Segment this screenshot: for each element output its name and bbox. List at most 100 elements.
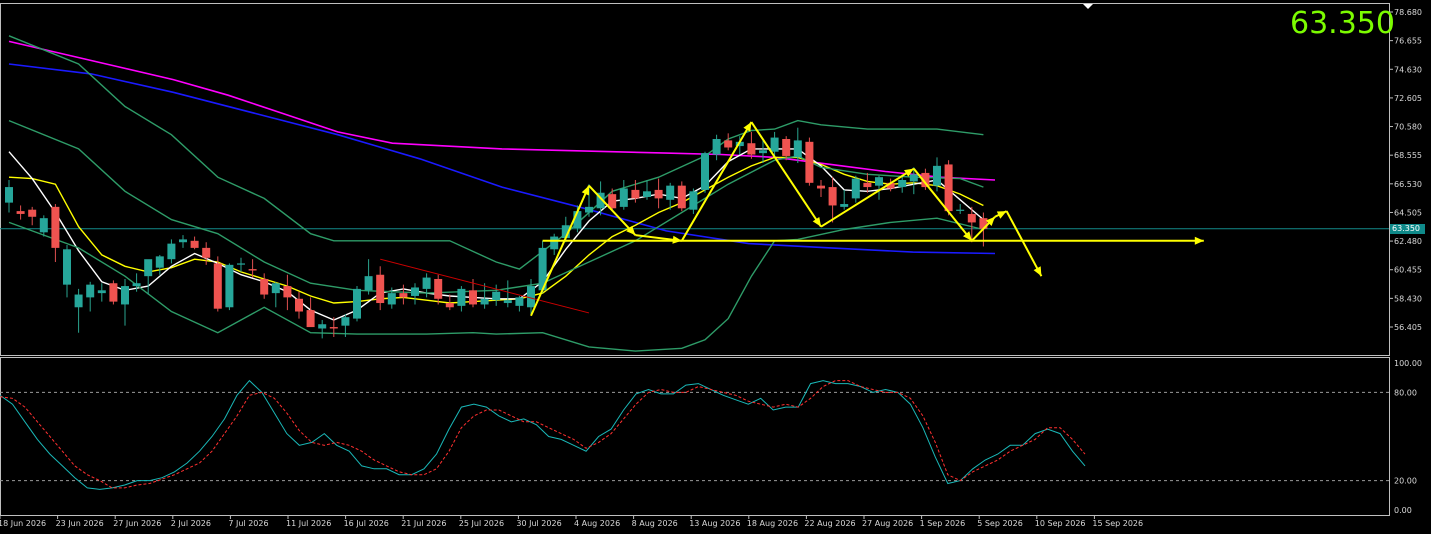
candle-body [840,204,849,207]
candle-body [445,303,454,308]
candle-body [480,298,489,305]
price-tick-label: 56.405 [1394,323,1422,332]
candle-body [225,264,234,308]
candle-body [260,278,269,295]
time-tick-label: 15 Sep 2026 [1092,519,1143,528]
candle-body [944,164,953,212]
candle-body [909,174,918,182]
candle-body [817,185,825,189]
candle-body [28,209,37,217]
candle-body [364,276,373,291]
candle-body [898,180,907,188]
candle-body [747,143,756,155]
candle-body [387,293,396,305]
oscillator-tick-label: 20.00 [1394,477,1417,486]
candle-body [851,178,860,199]
candle-body [457,288,466,306]
candle-body [86,284,95,298]
candle-body [712,138,721,155]
candle-body [805,141,814,183]
candle-body [411,287,419,296]
candle-body [654,189,663,199]
candle-body [179,239,187,243]
price-tick-label: 58.430 [1394,294,1422,303]
candle-body [109,283,118,302]
oscillator-tick-label: 80.00 [1394,388,1417,397]
candle-body [619,188,628,207]
candle-body [5,187,13,203]
candle-body [167,243,176,260]
candle-body [155,256,164,268]
price-tick-label: 74.630 [1394,65,1422,74]
oscillator-tick-label: 100.00 [1394,359,1422,368]
time-tick-label: 21 Jul 2026 [401,519,446,528]
candle-body [863,182,872,188]
time-tick-label: 11 Jul 2026 [286,519,331,528]
candle-body [793,140,802,158]
price-tick-label: 64.505 [1394,208,1422,217]
price-tick-label: 76.655 [1394,37,1422,46]
candle-body [422,277,431,289]
current-price-readout: 63.350 [1290,6,1395,41]
candle-body [550,236,559,250]
time-tick-label: 16 Jul 2026 [344,519,389,528]
candle-body [782,138,791,156]
time-tick-label: 27 Aug 2026 [862,519,913,528]
candle-body [759,150,767,154]
price-tick-label: 60.455 [1394,266,1422,275]
candle-body [202,247,211,258]
time-tick-label: 25 Jul 2026 [459,519,504,528]
candle-body [503,300,512,304]
candle-body [469,290,477,305]
time-tick-label: 23 Jun 2026 [56,519,104,528]
time-tick-label: 8 Aug 2026 [632,519,678,528]
time-tick-label: 5 Sep 2026 [977,519,1023,528]
candle-body [144,259,153,277]
candle-body [677,185,686,209]
candle-body [967,213,976,223]
candle-body [295,298,303,312]
candle-body [434,278,443,299]
candle-body [515,297,524,306]
price-chart[interactable]: 78.680 76.655 74.630 72.605 70.580 68.555 66.5… [0,0,1431,534]
candle-body [399,293,408,298]
current-price-tag: 63.350 [1390,224,1425,234]
candle-body [492,291,501,301]
candle-body [666,185,675,200]
candle-body [956,209,965,211]
candle-body [237,263,245,265]
time-tick-label: 13 Aug 2026 [689,519,740,528]
oscillator-tick-label: 0.00 [1394,506,1412,515]
time-tick-label: 1 Sep 2026 [920,519,966,528]
candle-body [132,283,141,287]
candle-body [271,283,280,294]
candle-body [283,286,292,298]
candle-body [828,187,837,206]
candle-body [585,206,593,213]
candle-body [875,177,883,186]
candle-body [341,317,350,326]
candle-body [190,240,199,248]
candle-body [770,137,779,152]
candle-body [631,189,640,199]
time-tick-label: 2 Jul 2026 [171,519,211,528]
price-tick-label: 78.680 [1394,8,1422,17]
candle-body [97,290,106,294]
price-tick-label: 72.605 [1394,94,1422,103]
time-tick-label: 10 Sep 2026 [1035,519,1086,528]
candle-body [51,206,60,248]
candle-body [39,218,48,233]
candle-body [376,274,385,304]
candle-body [724,140,733,148]
time-tick-label: 22 Aug 2026 [804,519,855,528]
candle-body [329,327,338,329]
candle-body [689,191,698,210]
time-tick-label: 30 Jul 2026 [516,519,561,528]
candle-body [248,269,257,271]
candle-body [63,249,71,285]
candle-body [527,286,535,308]
candle-body [701,153,709,190]
candle-body [121,286,129,305]
candle-body [16,211,25,214]
price-tick-label: 66.530 [1394,180,1422,189]
